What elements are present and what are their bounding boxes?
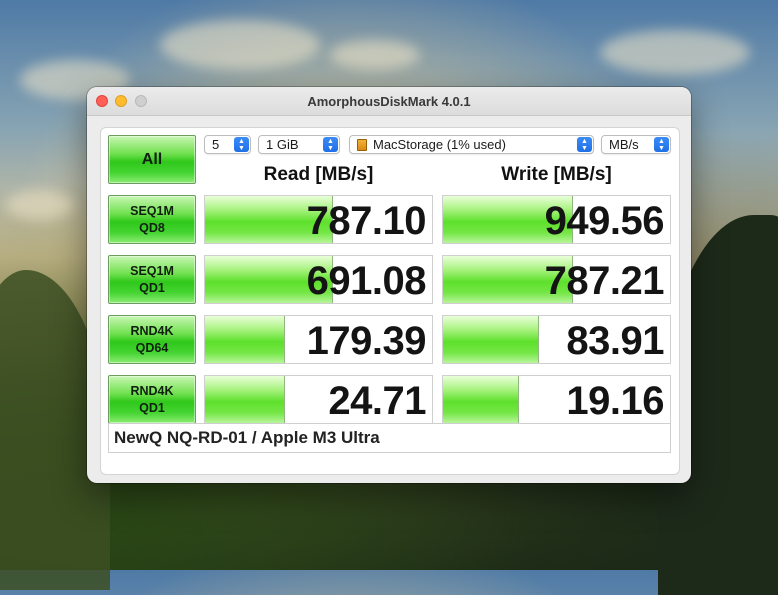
comment-field[interactable]: NewQ NQ-RD-01 / Apple M3 Ultra bbox=[108, 423, 671, 453]
test-button-seq1m-qd8[interactable]: SEQ1M QD8 bbox=[108, 195, 196, 244]
app-window: AmorphousDiskMark 4.0.1 All 5 ▲ ▼ 1 GiB ▲… bbox=[87, 87, 691, 483]
benchmark-panel: All 5 ▲ ▼ 1 GiB ▲ ▼ MacStorage (1% used) ▲… bbox=[100, 127, 680, 475]
disk-icon bbox=[357, 139, 367, 151]
write-value: 787.21 bbox=[544, 259, 665, 303]
test-button-rnd4k-qd1[interactable]: RND4K QD1 bbox=[108, 375, 196, 424]
read-bar bbox=[205, 316, 286, 363]
test-queue-depth: QD1 bbox=[139, 280, 165, 295]
read-value: 787.10 bbox=[306, 199, 427, 243]
run-all-label: All bbox=[141, 150, 163, 168]
write-result-seq1m-qd8: 949.56 bbox=[442, 195, 671, 244]
chevron-updown-icon: ▲ ▼ bbox=[323, 137, 338, 152]
read-column-header: Read [MB/s] bbox=[263, 164, 374, 185]
read-value: 691.08 bbox=[306, 259, 427, 303]
read-result-seq1m-qd8: 787.10 bbox=[204, 195, 433, 244]
write-value: 19.16 bbox=[566, 379, 664, 423]
test-count-select[interactable]: 5 ▲ ▼ bbox=[204, 135, 251, 154]
test-queue-depth: QD8 bbox=[139, 220, 165, 235]
write-result-rnd4k-qd1: 19.16 bbox=[442, 375, 671, 424]
write-result-seq1m-qd1: 787.21 bbox=[442, 255, 671, 304]
chevron-updown-icon: ▲ ▼ bbox=[654, 137, 669, 152]
test-button-rnd4k-qd64[interactable]: RND4K QD64 bbox=[108, 315, 196, 364]
run-all-button[interactable]: All bbox=[108, 135, 196, 184]
test-name: SEQ1M bbox=[130, 263, 174, 278]
test-queue-depth: QD1 bbox=[139, 400, 165, 415]
unit-value: MB/s bbox=[609, 137, 639, 152]
title-bar[interactable]: AmorphousDiskMark 4.0.1 bbox=[87, 87, 691, 116]
test-name: SEQ1M bbox=[130, 203, 174, 218]
test-count-value: 5 bbox=[212, 137, 220, 152]
read-bar bbox=[205, 376, 286, 423]
window-title: AmorphousDiskMark 4.0.1 bbox=[307, 94, 471, 109]
write-value: 83.91 bbox=[566, 319, 664, 363]
chevron-updown-icon: ▲ ▼ bbox=[577, 137, 592, 152]
test-button-seq1m-qd1[interactable]: SEQ1M QD1 bbox=[108, 255, 196, 304]
write-result-rnd4k-qd64: 83.91 bbox=[442, 315, 671, 364]
write-bar bbox=[443, 376, 519, 423]
read-value: 179.39 bbox=[306, 319, 427, 363]
read-value: 24.71 bbox=[328, 379, 426, 423]
read-result-seq1m-qd1: 691.08 bbox=[204, 255, 433, 304]
chevron-updown-icon: ▲ ▼ bbox=[234, 137, 249, 152]
target-volume-value: MacStorage (1% used) bbox=[373, 137, 506, 152]
test-queue-depth: QD64 bbox=[135, 340, 169, 355]
read-result-rnd4k-qd1: 24.71 bbox=[204, 375, 433, 424]
target-volume-select[interactable]: MacStorage (1% used) ▲ ▼ bbox=[349, 135, 594, 154]
test-name: RND4K bbox=[130, 323, 174, 338]
write-column-header: Write [MB/s] bbox=[501, 164, 612, 185]
write-bar bbox=[443, 316, 540, 363]
test-name: RND4K bbox=[130, 383, 174, 398]
test-size-value: 1 GiB bbox=[266, 137, 299, 152]
read-result-rnd4k-qd64: 179.39 bbox=[204, 315, 433, 364]
test-size-select[interactable]: 1 GiB ▲ ▼ bbox=[258, 135, 340, 154]
write-value: 949.56 bbox=[544, 199, 665, 243]
unit-select[interactable]: MB/s ▲ ▼ bbox=[601, 135, 671, 154]
